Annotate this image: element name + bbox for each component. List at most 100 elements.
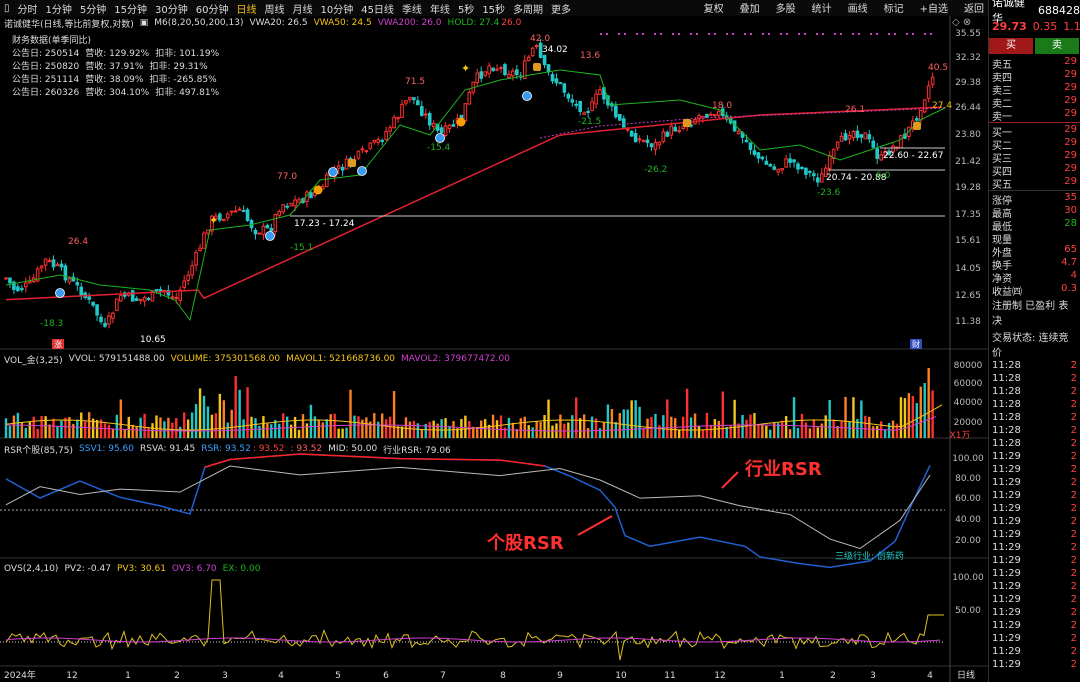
volume-bar	[543, 415, 546, 438]
volume-bar	[697, 425, 701, 438]
signal-dot	[852, 33, 854, 35]
volume-bar	[56, 426, 59, 438]
volume-bar	[317, 420, 321, 438]
candle-body	[463, 103, 468, 122]
volume-bar	[693, 413, 697, 438]
candle-body	[776, 168, 781, 173]
volume-bar	[135, 427, 138, 438]
candle-body	[804, 167, 808, 175]
candle-body	[241, 210, 246, 213]
candle-body	[867, 134, 872, 140]
volume-bar	[301, 414, 305, 438]
buy-signal-icon[interactable]	[522, 91, 532, 101]
volume-bar	[480, 420, 483, 438]
volume-bar	[733, 399, 736, 438]
candle-body	[808, 171, 812, 174]
signal-dot	[924, 33, 926, 35]
buy-signal-icon[interactable]	[265, 231, 275, 241]
buy-button[interactable]: 买	[989, 38, 1033, 54]
money-bag-icon[interactable]	[913, 122, 921, 130]
buy-signal-icon[interactable]	[55, 288, 65, 298]
candle-body	[285, 205, 289, 208]
volume-bar	[931, 390, 934, 438]
candle-body	[412, 97, 416, 101]
month-label: 12	[714, 671, 725, 681]
candle-body	[760, 156, 765, 160]
candle-body	[800, 166, 804, 169]
candle-body	[451, 124, 456, 127]
buy-signal-icon[interactable]	[357, 166, 367, 176]
sell-signal-icon[interactable]	[456, 117, 466, 127]
month-label: 5	[335, 671, 341, 681]
candle-body	[356, 150, 361, 159]
candle-body	[582, 112, 586, 115]
volume-bar	[72, 423, 75, 438]
candle-body	[796, 163, 800, 170]
volume-bar	[808, 428, 812, 438]
volume-bar	[927, 368, 930, 438]
quote-row: 11:29 2	[992, 464, 1077, 475]
signal-dot	[798, 33, 800, 35]
signal-dot	[840, 33, 842, 35]
money-bag-icon[interactable]	[683, 119, 691, 127]
candle-body	[534, 45, 539, 48]
ovs-tick: 50.00	[955, 606, 981, 616]
price-annotation: 77.0	[277, 172, 297, 182]
quote-row: 最低 28	[992, 218, 1077, 233]
quote-row: 卖五 29	[992, 56, 1077, 71]
volume-bar	[345, 427, 348, 438]
candle-body	[225, 213, 230, 219]
money-bag-icon[interactable]	[533, 63, 541, 71]
volume-bar	[254, 418, 257, 438]
volume-bar	[864, 415, 867, 438]
candle-body	[669, 125, 674, 136]
month-label: 9	[557, 671, 563, 681]
candle-body	[487, 65, 491, 74]
candle-body	[218, 213, 222, 221]
ma200-line	[5, 106, 943, 301]
volume-bar	[717, 420, 720, 438]
volume-bar	[337, 428, 340, 438]
volume-bar	[321, 422, 324, 438]
butterfly-icon[interactable]: ✦	[461, 62, 470, 75]
tick-list[interactable]: 11:28 2 11:28 2 11:28 2 11:28 2 11:28 2 11:28 2 11:2…	[989, 360, 1080, 672]
candle-body	[380, 139, 384, 142]
sell-signal-icon[interactable]	[313, 185, 323, 195]
buy-signal-icon[interactable]	[435, 133, 445, 143]
signal-dot	[780, 33, 782, 35]
signal-dot	[636, 33, 638, 35]
volume-bar	[749, 414, 752, 438]
month-label: 12	[66, 671, 77, 681]
butterfly-icon[interactable]: ✦	[209, 214, 218, 227]
month-label: 2	[830, 671, 836, 681]
signal-dot	[696, 33, 698, 35]
buy-signal-icon[interactable]	[328, 167, 338, 177]
signal-dot	[744, 33, 746, 35]
money-bag-icon[interactable]	[348, 159, 356, 167]
candle-body	[812, 173, 816, 177]
volume-bar	[876, 426, 879, 438]
vol-unit: X1万	[950, 431, 971, 441]
volume-bar	[923, 383, 926, 438]
candle-body	[324, 174, 329, 188]
candle-body	[863, 132, 868, 140]
signal-dot	[786, 33, 788, 35]
month-label: 10	[615, 671, 627, 681]
volume-bar	[190, 412, 194, 438]
candle-body	[918, 109, 923, 121]
sell-button[interactable]: 卖	[1035, 38, 1079, 54]
price-annotation: 71.5	[405, 77, 425, 87]
price-annotation: 26.1	[845, 105, 865, 115]
month-label: 2	[174, 671, 180, 681]
candle-body	[206, 229, 210, 234]
chart-canvas[interactable]: 35.5532.3229.3826.4423.8021.4219.2817.35…	[0, 0, 988, 682]
price-annotation: -15.1	[290, 243, 313, 253]
volume-bar	[246, 387, 249, 438]
candlesticks[interactable]	[4, 39, 935, 329]
quote-row: 11:28 2	[992, 386, 1077, 397]
signal-dot	[690, 33, 692, 35]
candle-body	[483, 71, 487, 76]
volume-bar	[622, 409, 625, 438]
volume-bar	[816, 427, 819, 438]
candle-body	[257, 232, 262, 235]
